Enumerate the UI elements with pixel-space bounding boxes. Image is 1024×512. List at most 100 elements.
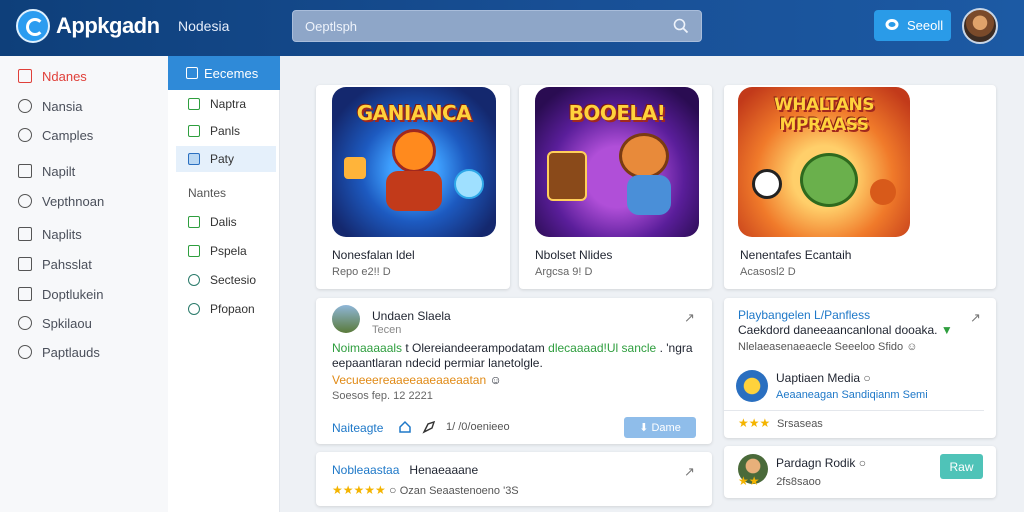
box-icon	[188, 216, 200, 228]
sidebar-item-naplits[interactable]: Naplits	[18, 224, 166, 246]
side-item-name[interactable]: Pardagn Rodik ○	[776, 456, 866, 470]
info-icon: ○	[389, 483, 397, 497]
subnav-item-naptra[interactable]: Naptra	[168, 91, 280, 117]
smile-icon: ☺	[489, 373, 502, 387]
game-art-title: GANIANCA	[356, 101, 472, 125]
sidebar-item-label: Nansia	[42, 99, 83, 114]
home-icon[interactable]	[398, 420, 412, 434]
search-input[interactable]: Oeptlsph	[292, 10, 702, 42]
sidebar-item-label: Spkilaou	[42, 316, 92, 331]
post-body-line: eepaantlaran ndecid permiar lanetolgle.	[332, 356, 543, 370]
box-icon	[186, 67, 198, 79]
sidebar-item-spkilaou[interactable]: Spkilaou	[18, 313, 166, 335]
top-bar: Appkgadn Nodesia Oeptlsph Seeoll	[0, 0, 1024, 56]
game-art-title: BOOELA!	[568, 101, 666, 125]
game-thumbnail[interactable]: GANIANCA	[332, 87, 496, 237]
view-button[interactable]: Raw	[940, 454, 983, 479]
post-date: Soesos fep. 12 2221	[332, 390, 433, 402]
game-name: Nonesfalan ldel	[332, 248, 415, 262]
post-subtitle: Tecen	[372, 324, 402, 336]
flag-icon	[18, 69, 32, 83]
search-placeholder: Oeptlsph	[305, 19, 358, 34]
checkbox-icon	[18, 227, 32, 241]
character-figure	[800, 153, 858, 207]
post-action-link[interactable]: Naiteagte	[332, 421, 383, 435]
subnav-item-pspela[interactable]: Pspela	[168, 238, 280, 264]
sidebar-item-nansia[interactable]: Nansia	[18, 96, 166, 118]
sidebar-item-label: Pahsslat	[42, 257, 92, 272]
subnav-section-title: Nantes	[188, 186, 227, 200]
search-icon[interactable]	[673, 18, 689, 34]
side-card-line-text: Caekdord daneeaancanlonal dooaka.	[738, 323, 938, 337]
game-name: Nenentafes Ecantaih	[740, 248, 852, 262]
subnav-item-paty[interactable]: Paty	[176, 146, 276, 172]
subnav-item-sectesio[interactable]: Sectesio	[168, 267, 280, 293]
game-thumbnail[interactable]: WHALTANS MPRAASS	[738, 87, 910, 237]
sidebar-item-doptlukein[interactable]: Doptlukein	[18, 284, 166, 306]
side-rating: ★★ 2fs8saoo	[738, 474, 821, 488]
sidebar-item-ndanes[interactable]: Ndanes	[18, 66, 166, 88]
sidebar-item-camples[interactable]: Camples	[18, 125, 166, 147]
subnav-item-panls[interactable]: Panls	[168, 118, 280, 144]
side-card-title-text: Playbangelen L/Panfless	[738, 308, 871, 322]
orb-shape	[454, 169, 484, 199]
chevron-icon[interactable]: ↗	[684, 310, 695, 326]
subnav-header[interactable]: Eecemes	[168, 56, 280, 90]
author-avatar[interactable]	[332, 305, 360, 333]
character-body	[386, 171, 442, 211]
post-author[interactable]: Undaen Slaela	[372, 309, 451, 323]
info-icon: ○	[863, 371, 871, 385]
subnav-item-label: Pfopaon	[210, 302, 255, 316]
sidebar-item-paptlauds[interactable]: Paptlauds	[18, 342, 166, 364]
refresh-icon	[188, 274, 200, 286]
chevron-icon[interactable]: ↗	[684, 464, 695, 480]
logo-icon[interactable]	[16, 9, 50, 43]
sidebar-item-label: Ndanes	[42, 69, 87, 84]
side-item-name[interactable]: Uaptiaen Media ○	[776, 371, 871, 385]
chat-icon	[885, 19, 899, 30]
game-card[interactable]: BOOELA! Nbolset Nlides Argcsa 9! D	[519, 85, 712, 289]
sidebar-item-napilt[interactable]: Napilt	[18, 161, 166, 183]
game-card[interactable]: GANIANCA Nonesfalan ldel Repo e2!! D	[316, 85, 510, 289]
subnav-item-dalis[interactable]: Dalis	[168, 209, 280, 235]
post-body-text: . 'ngra	[659, 341, 693, 355]
item-avatar[interactable]	[736, 370, 768, 402]
side-card: Playbangelen L/Panfless ↗ Caekdord danee…	[724, 298, 996, 438]
sidebar-item-label: Vepthnoan	[42, 194, 105, 209]
sidebar-item-pahsslat[interactable]: Pahsslat	[18, 254, 166, 276]
character-figure	[619, 133, 669, 179]
side-item-link[interactable]: Aeaaneagan Sandiqianm Semi	[776, 389, 928, 401]
circle-icon	[18, 128, 32, 142]
subnav-item-label: Panls	[210, 124, 241, 138]
side-card-line: Caekdord daneeaancanlonal dooaka. ▼	[738, 323, 953, 337]
share-icon[interactable]	[422, 420, 436, 434]
post-card: Undaen Slaela Tecen ↗ Noimaaaaals t Oler…	[316, 298, 712, 444]
post-card: Nobleaastaa Henaeaaane ↗ ★★★★★ ○ Ozan Se…	[316, 452, 712, 506]
game-meta: Repo e2!! D	[332, 266, 391, 278]
info-icon: ○	[858, 456, 866, 470]
post-rating: ★★★★★ ○ Ozan Seaastenoeno '3S	[332, 483, 519, 497]
post-title: Nobleaastaa Henaeaaane	[332, 463, 478, 477]
user-avatar[interactable]	[962, 8, 998, 44]
post-title-highlight: Nobleaastaa	[332, 463, 400, 477]
side-rating-text: 2fs8saoo	[776, 476, 821, 488]
subnav-item-label: Naptra	[210, 97, 247, 111]
crate-shape	[344, 157, 366, 179]
header-action-button[interactable]: Seeoll	[874, 10, 951, 41]
box-icon	[188, 125, 200, 137]
download-icon: ⬇︎	[639, 422, 652, 434]
post-body: Noimaaaaals t Olereiandeerampodatam dlec…	[332, 341, 702, 356]
shield-icon	[18, 194, 32, 208]
sidebar-item-vepthnoan[interactable]: Vepthnoan	[18, 191, 166, 213]
post-action-button[interactable]: ⬇︎ Dame	[624, 417, 696, 438]
game-thumbnail[interactable]: BOOELA!	[535, 87, 699, 237]
character-body	[627, 175, 671, 215]
subnav-item-pfopaon[interactable]: Pfopaon	[168, 296, 280, 322]
logo-text[interactable]: Appkgadn	[56, 13, 160, 39]
chevron-icon[interactable]: ↗	[970, 310, 981, 326]
nav-link[interactable]: Nodesia	[178, 18, 229, 34]
game-card[interactable]: WHALTANS MPRAASS Nenentafes Ecantaih Aca…	[724, 85, 996, 289]
sidebar-item-label: Doptlukein	[42, 287, 104, 302]
post-button-label: Dame	[651, 422, 681, 434]
star-rating-icon: ★★★★★	[332, 483, 386, 497]
